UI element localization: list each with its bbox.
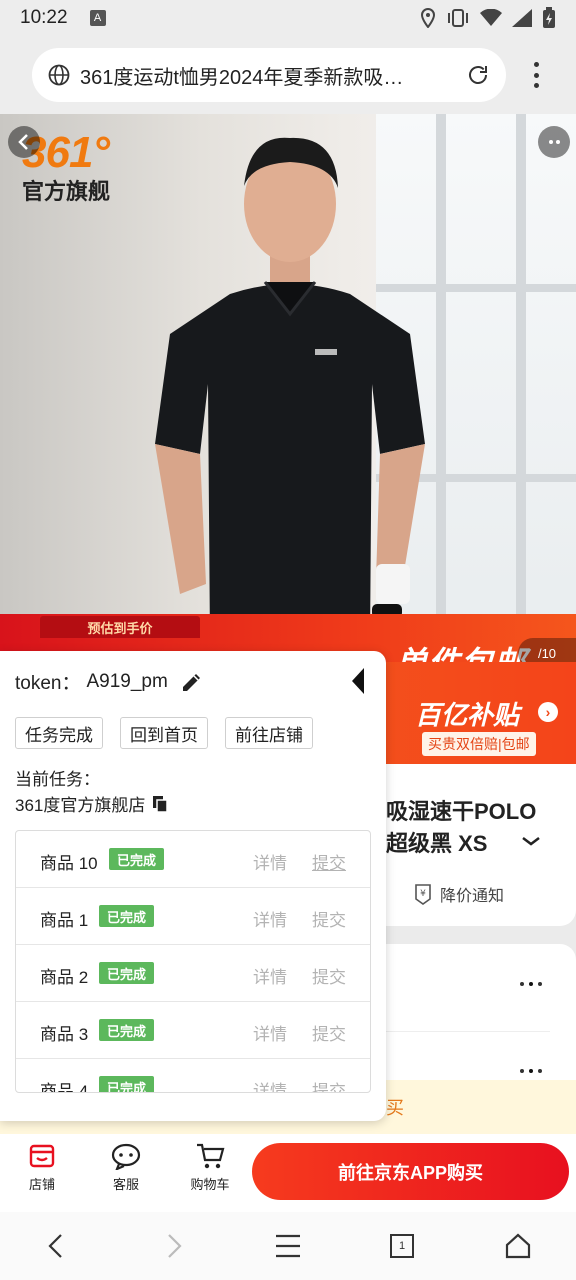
- submit-link[interactable]: 提交: [312, 1077, 346, 1092]
- current-task-value: 361度官方旗舰店: [15, 796, 146, 815]
- task-name: 商品 4: [40, 1082, 89, 1093]
- page-indicator: /10: [518, 638, 576, 662]
- detail-link[interactable]: 详情: [253, 906, 287, 931]
- task-name: 商品 10: [40, 854, 98, 873]
- back-icon[interactable]: [38, 1228, 74, 1264]
- submit-link[interactable]: 提交: [312, 849, 346, 874]
- divider: [386, 1031, 550, 1032]
- subsidy-subtitle: 买贵双倍赔|包邮: [422, 732, 536, 756]
- shop-icon: [29, 1144, 55, 1168]
- forward-icon[interactable]: [156, 1228, 192, 1264]
- product-title-line1: 吸湿速干POLO: [386, 799, 537, 824]
- task-name: 商品 1: [40, 911, 89, 930]
- go-shop-button[interactable]: 前往店铺: [225, 717, 313, 749]
- detail-link[interactable]: 详情: [253, 963, 287, 988]
- notice-text: 买: [386, 1098, 404, 1118]
- token-label: token：: [15, 673, 81, 694]
- status-time: 10:22: [20, 7, 68, 28]
- product-image-carousel[interactable]: 361° 官方旗舰 预估到手价 单件包邮 /10: [0, 114, 576, 662]
- submit-link[interactable]: 提交: [312, 1020, 346, 1045]
- detail-link[interactable]: 详情: [253, 849, 287, 874]
- submit-link[interactable]: 提交: [312, 906, 346, 931]
- price-tag-icon: ¥: [415, 884, 431, 905]
- bottom-action-bar: 店铺 客服 购物车 前往京东APP购买: [0, 1134, 576, 1212]
- cart-icon: [197, 1143, 225, 1169]
- back-icon[interactable]: [8, 126, 40, 158]
- wifi-icon: [480, 9, 502, 26]
- home-icon[interactable]: [500, 1228, 536, 1264]
- task-row: 商品 1 已完成 详情 提交: [16, 888, 370, 945]
- notification-icon: A: [89, 10, 106, 26]
- task-row: 商品 3 已完成 详情 提交: [16, 1002, 370, 1059]
- promo-text: 单件包邮: [395, 638, 527, 662]
- more-horiz-icon[interactable]: [520, 982, 542, 986]
- status-badge: 已完成: [99, 1076, 155, 1092]
- task-name: 商品 3: [40, 1025, 89, 1044]
- reload-icon[interactable]: [466, 63, 490, 87]
- tab-count: 1: [398, 1240, 406, 1252]
- battery-icon: [543, 7, 555, 28]
- status-badge: 已完成: [99, 962, 155, 984]
- detail-link[interactable]: 详情: [253, 1077, 287, 1092]
- token-row: token： A919_pm: [15, 668, 204, 695]
- service-label: 客服: [112, 1177, 139, 1192]
- task-panel: token： A919_pm 任务完成 回到首页 前往店铺 当前任务： 361度…: [0, 651, 386, 1121]
- product-title[interactable]: 吸湿速干POLO 超级黑 XS: [386, 796, 536, 860]
- tabs-button[interactable]: 1: [384, 1228, 420, 1264]
- buy-in-app-button[interactable]: 前往京东APP购买: [252, 1143, 569, 1200]
- task-row: 商品 4 已完成 详情 提交: [16, 1059, 370, 1093]
- chevron-down-icon[interactable]: [520, 834, 542, 848]
- price-tag: 预估到手价: [40, 616, 200, 638]
- cart-button[interactable]: 购物车: [180, 1142, 240, 1193]
- more-horiz-icon[interactable]: [538, 126, 570, 158]
- chevron-right-icon: ›: [538, 702, 558, 722]
- vibrate-icon: [448, 9, 468, 27]
- detail-link[interactable]: 详情: [253, 1020, 287, 1045]
- token-value: A919_pm: [86, 670, 168, 692]
- subsidy-title: 百亿补贴: [415, 700, 520, 730]
- browser-toolbar: 361度运动t恤男2024年夏季新款吸…: [0, 36, 576, 114]
- task-complete-button[interactable]: 任务完成: [15, 717, 103, 749]
- globe-icon: [48, 64, 70, 86]
- signal-icon: [512, 9, 532, 27]
- price-notify-button[interactable]: ¥ 降价通知: [412, 882, 504, 906]
- chat-icon: [111, 1143, 141, 1170]
- more-vert-icon[interactable]: [526, 62, 546, 88]
- menu-icon[interactable]: [270, 1228, 306, 1264]
- product-title-line2: 超级黑 XS: [386, 831, 488, 856]
- svg-text:¥: ¥: [420, 889, 426, 899]
- browser-nav-bar: 1: [0, 1212, 576, 1280]
- collapse-panel-icon[interactable]: [346, 665, 370, 697]
- model-photo: [155, 137, 425, 644]
- copy-icon[interactable]: [151, 795, 169, 813]
- task-row: 商品 2 已完成 详情 提交: [16, 945, 370, 1002]
- edit-icon[interactable]: [180, 670, 204, 694]
- status-badge: 已完成: [99, 1019, 155, 1041]
- status-badge: 已完成: [109, 848, 165, 870]
- task-name: 商品 2: [40, 968, 89, 987]
- status-bar: 10:22 A: [0, 0, 576, 36]
- back-home-button[interactable]: 回到首页: [120, 717, 208, 749]
- location-icon: [420, 8, 436, 28]
- status-badge: 已完成: [99, 905, 155, 927]
- shop-button[interactable]: 店铺: [12, 1142, 72, 1193]
- address-bar[interactable]: 361度运动t恤男2024年夏季新款吸…: [32, 48, 506, 102]
- more-horiz-icon[interactable]: [520, 1069, 542, 1073]
- status-icons: [420, 7, 556, 29]
- submit-link[interactable]: 提交: [312, 963, 346, 988]
- task-list[interactable]: 商品 10 已完成 详情 提交 商品 1 已完成 详情 提交 商品 2 已完成 …: [15, 830, 371, 1093]
- shop-label: 店铺: [28, 1177, 55, 1192]
- price-notify-label: 降价通知: [440, 888, 505, 905]
- cart-label: 购物车: [190, 1177, 230, 1192]
- current-task: 361度官方旗舰店: [15, 791, 169, 816]
- customer-service-button[interactable]: 客服: [96, 1142, 156, 1193]
- task-row: 商品 10 已完成 详情 提交: [16, 831, 370, 888]
- brand-subtitle: 官方旗舰: [22, 179, 111, 204]
- current-task-label: 当前任务：: [15, 770, 100, 789]
- page-title: 361度运动t恤男2024年夏季新款吸…: [80, 66, 404, 89]
